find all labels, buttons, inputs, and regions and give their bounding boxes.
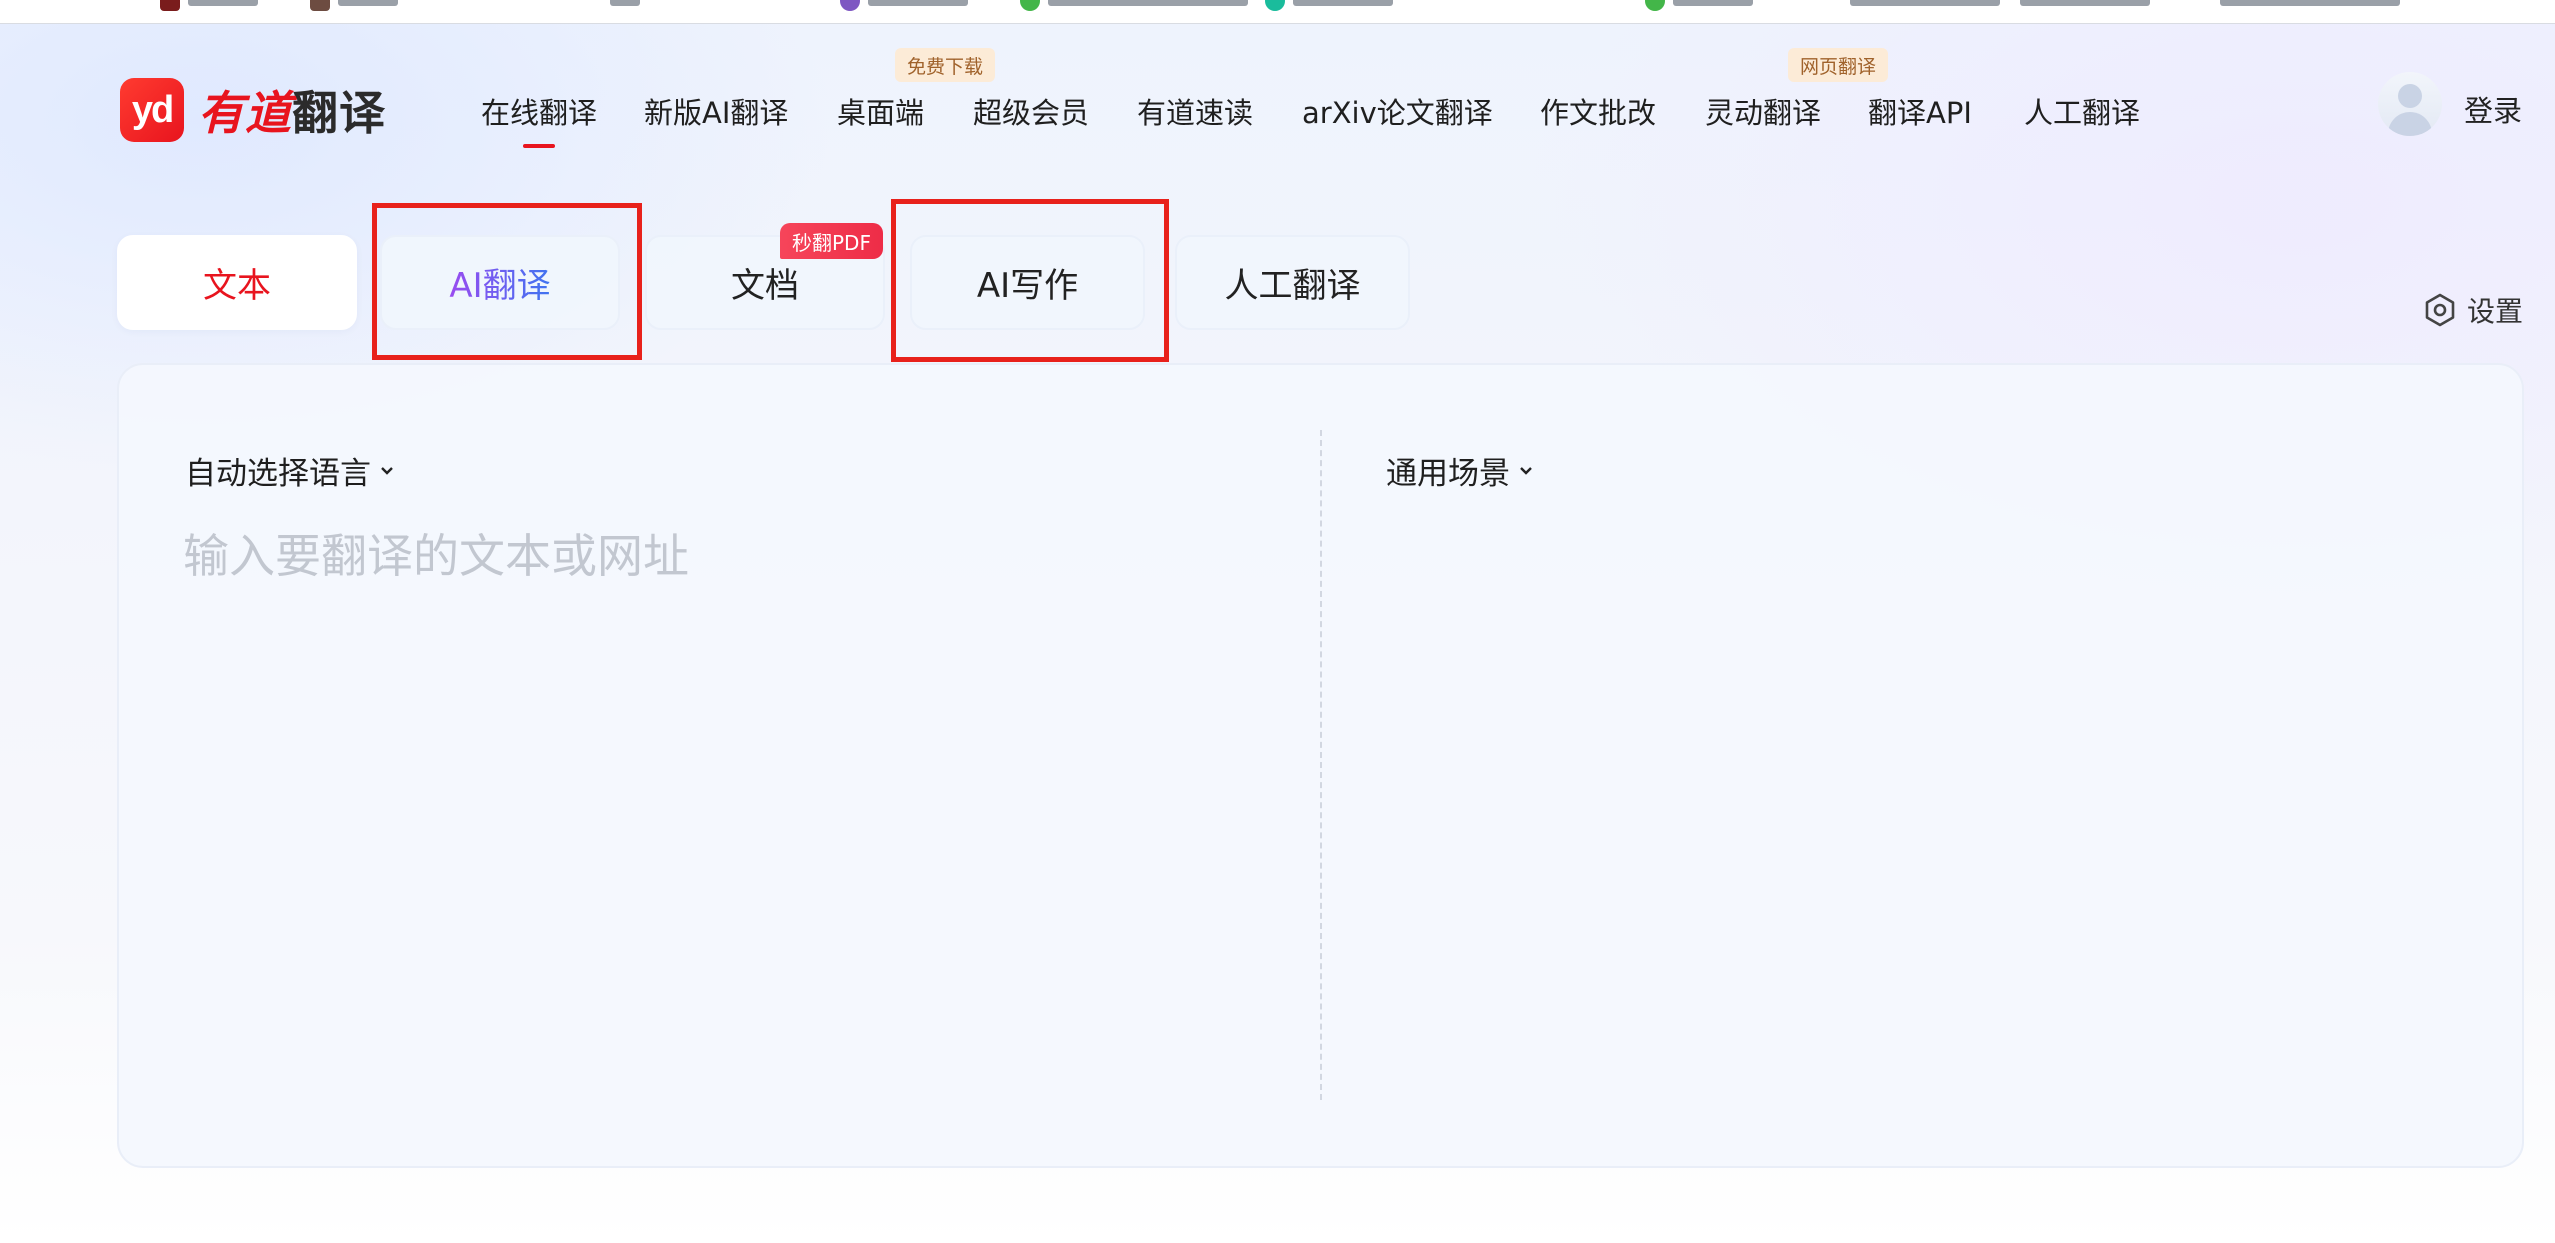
bookmark-favicon-icon — [160, 0, 180, 11]
nav-translate-api[interactable]: 翻译API — [1868, 90, 1972, 132]
bookmark[interactable] — [2020, 0, 2150, 12]
tab-label: 文本 — [203, 266, 271, 306]
site-header: yd 有道翻译 在线翻译 新版AI翻译 免费下载 桌面端 超级会员 有道速读 a… — [0, 24, 2555, 154]
nav-new-ai-translate[interactable]: 新版AI翻译 — [644, 90, 788, 132]
tab-human-translate[interactable]: 人工翻译 — [1175, 235, 1410, 330]
login-link[interactable]: 登录 — [2464, 88, 2522, 130]
tab-label: AI写作 — [976, 266, 1079, 306]
nav-speed-read[interactable]: 有道速读 — [1137, 90, 1253, 132]
bookmark[interactable] — [1020, 0, 1248, 12]
nav-super-member[interactable]: 超级会员 — [973, 90, 1089, 132]
bookmark-favicon-icon — [1645, 0, 1665, 11]
youdao-logo-icon: yd — [120, 78, 184, 142]
chevron-down-icon — [381, 466, 393, 475]
nav-badge-web-translate: 网页翻译 — [1788, 48, 1889, 82]
nav-human-translate[interactable]: 人工翻译 — [2024, 90, 2140, 132]
logo-text: 有道翻译 — [198, 86, 386, 140]
nav-lingdong-translate[interactable]: 灵动翻译 — [1705, 90, 1821, 132]
tab-text[interactable]: 文本 — [117, 235, 357, 330]
browser-bookmarks-bar — [0, 0, 2555, 24]
nav-arxiv-translate[interactable]: arXiv论文翻译 — [1302, 90, 1493, 132]
bookmark[interactable] — [2220, 0, 2400, 12]
panel-divider — [1320, 430, 1322, 1100]
bookmark-favicon-icon — [1265, 0, 1285, 11]
chevron-down-icon — [1520, 466, 1532, 475]
bookmark[interactable] — [610, 0, 640, 12]
settings-gear-icon — [2425, 293, 2455, 327]
avatar-icon[interactable] — [2378, 72, 2442, 136]
source-language-label: 自动选择语言 — [185, 456, 371, 492]
tab-ai-writing[interactable]: AI写作 — [910, 235, 1145, 330]
badge-instant-pdf: 秒翻PDF — [780, 223, 883, 259]
nav-desktop[interactable]: 桌面端 — [837, 90, 924, 132]
bookmark[interactable] — [840, 0, 968, 12]
bookmark[interactable] — [1850, 0, 2000, 12]
nav-badge-free-download: 免费下载 — [895, 48, 996, 82]
tab-ai-translate[interactable]: AI翻译 — [380, 235, 620, 330]
nav-essay-correction[interactable]: 作文批改 — [1540, 90, 1656, 132]
scene-label: 通用场景 — [1386, 456, 1510, 492]
settings-button[interactable]: 设置 — [2423, 290, 2523, 330]
source-text-input[interactable] — [183, 520, 1283, 1080]
bookmark[interactable] — [160, 0, 258, 12]
scene-select[interactable]: 通用场景 — [1386, 448, 1534, 493]
settings-label: 设置 — [2467, 295, 2524, 328]
nav-online-translate[interactable]: 在线翻译 — [481, 90, 597, 132]
bookmark[interactable] — [1645, 0, 1753, 12]
source-language-select[interactable]: 自动选择语言 — [185, 448, 395, 493]
tab-label: AI翻译 — [449, 258, 550, 307]
tab-label: 文档 — [731, 266, 799, 306]
bookmark-favicon-icon — [840, 0, 860, 11]
bookmark[interactable] — [310, 0, 398, 12]
youdao-logo[interactable]: yd 有道翻译 — [120, 77, 386, 143]
bookmark[interactable] — [1265, 0, 1393, 12]
tab-label: 人工翻译 — [1224, 266, 1361, 306]
bookmark-favicon-icon — [1020, 0, 1040, 11]
bookmark-favicon-icon — [310, 0, 330, 11]
